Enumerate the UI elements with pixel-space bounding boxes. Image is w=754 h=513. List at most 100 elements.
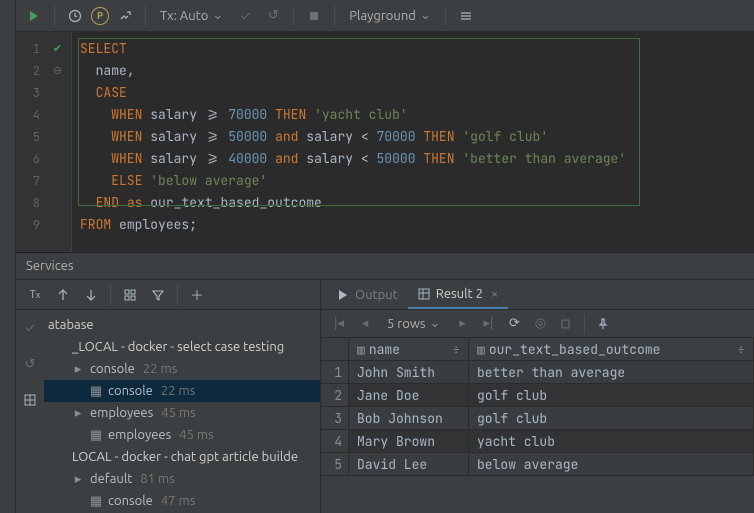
tree-item-label: LOCAL - docker - chat gpt article builde	[72, 450, 298, 464]
result-toolbar: |◂ ◂ 5 rows ⌄ ▸ ▸| ⟳ ◎	[321, 310, 754, 338]
tx-icon[interactable]: Tx	[22, 283, 48, 307]
tree-item-ms: 45 ms	[179, 428, 214, 442]
grid-cell[interactable]: Bob Johnson	[349, 407, 469, 430]
pending-badge-icon[interactable]: P	[91, 7, 109, 25]
tx-mode-dropdown[interactable]: Tx: Auto ⌄	[154, 8, 229, 23]
first-page-icon[interactable]: |◂	[327, 313, 351, 335]
history-icon[interactable]	[63, 4, 87, 28]
playground-dropdown[interactable]: Playground ⌄	[343, 8, 436, 23]
grid-column-header[interactable]: ▥name÷	[349, 338, 469, 361]
line-numbers: 1 2 3 4 5 6 7 8 9	[16, 32, 44, 252]
tree-item-ms: 45 ms	[161, 406, 196, 420]
rows-dropdown[interactable]: 5 rows ⌄	[379, 316, 448, 331]
check-icon[interactable]: ✓	[17, 316, 43, 340]
layout-icon[interactable]	[117, 283, 143, 307]
close-tab-icon[interactable]: ×	[491, 287, 498, 301]
grid-cell[interactable]: below average	[469, 453, 754, 476]
grid-corner	[321, 338, 349, 361]
options-icon[interactable]	[454, 4, 478, 28]
tab-result[interactable]: Result 2 ×	[408, 280, 508, 309]
editor-code[interactable]: SELECT name, CASE WHEN salary >= 70000 T…	[72, 32, 754, 252]
services-panel-header[interactable]: Services	[16, 252, 754, 280]
grid-row-index: 4	[321, 430, 349, 453]
layout-small-icon[interactable]	[17, 388, 43, 412]
grid-row-index: 5	[321, 453, 349, 476]
services-title: Services	[26, 259, 74, 273]
services-panel: Tx ＋ ✓ ↺	[16, 280, 754, 513]
grid-row[interactable]: 1John Smithbetter than average	[321, 361, 754, 384]
result-grid[interactable]: ▥name÷▥our_text_based_outcome÷1John Smit…	[321, 338, 754, 513]
tree-item-ms: 47 ms	[161, 494, 196, 508]
last-page-icon[interactable]: ▸|	[476, 313, 500, 335]
folder-icon: ▸	[70, 362, 86, 377]
grid-row[interactable]: 3Bob Johnsongolf club	[321, 407, 754, 430]
playground-label: Playground	[349, 9, 416, 23]
chevron-down-icon: ⌄	[212, 8, 223, 23]
tree-row[interactable]: ▦console47 ms	[44, 490, 320, 512]
tree-row[interactable]: _LOCAL - docker - select case testing	[44, 336, 320, 358]
grid-row-index: 3	[321, 407, 349, 430]
grid-cell[interactable]: Jane Doe	[349, 384, 469, 407]
tree-item-label: _LOCAL - docker - select case testing	[72, 340, 284, 354]
grid-cell[interactable]: Mary Brown	[349, 430, 469, 453]
search-icon[interactable]: ◎	[528, 313, 552, 335]
grid-header: ▥name÷▥our_text_based_outcome÷	[321, 338, 754, 361]
prev-page-icon[interactable]: ◂	[353, 313, 377, 335]
grid-cell[interactable]: better than average	[469, 361, 754, 384]
services-left-rail: ✓ ↺	[16, 310, 44, 513]
tree-row[interactable]: ▦console22 ms	[44, 380, 320, 402]
rollback-icon[interactable]: ↺	[261, 4, 285, 28]
tree-item-label: console	[108, 384, 153, 398]
tree-row[interactable]: ▸ default 81 ms	[44, 468, 320, 490]
tab-result-label: Result 2	[436, 287, 483, 301]
tree-row[interactable]: ▦ employees 45 ms	[44, 424, 320, 446]
result-tabs: Output Result 2 ×	[321, 280, 754, 310]
editor-toolbar: P Tx: Auto ⌄ ✓ ↺ Playground ⌄	[16, 0, 754, 32]
run-button[interactable]	[22, 4, 46, 28]
grid-cell[interactable]: golf club	[469, 407, 754, 430]
tree-item-ms: 81 ms	[140, 472, 175, 486]
settings-icon[interactable]	[113, 4, 137, 28]
commit-icon[interactable]: ✓	[233, 4, 257, 28]
tree-item-label: console	[90, 362, 135, 376]
tree-row[interactable]: LOCAL - docker - chat gpt article builde	[44, 446, 320, 468]
tree-row[interactable]: ▸console22 ms	[44, 358, 320, 380]
grid-column-header[interactable]: ▥our_text_based_outcome÷	[469, 338, 754, 361]
services-tree[interactable]: atabase _LOCAL - docker - select case te…	[44, 310, 320, 513]
reload-icon[interactable]: ⟳	[502, 313, 526, 335]
services-toolbar: Tx ＋	[16, 280, 320, 310]
folder-icon: ▸	[70, 406, 86, 421]
grid-cell[interactable]: David Lee	[349, 453, 469, 476]
stop-button[interactable]	[302, 4, 326, 28]
sql-editor[interactable]: 1 2 3 4 5 6 7 8 9 ✔ ⊖ SELECT name, CASE …	[16, 32, 754, 252]
grid-row-index: 2	[321, 384, 349, 407]
grid-row-index: 1	[321, 361, 349, 384]
table-icon: ▦	[88, 494, 104, 509]
tree-heading: atabase	[48, 318, 94, 332]
undo-icon[interactable]: ↺	[17, 352, 43, 376]
folder-icon: ▸	[70, 472, 86, 487]
grid-cell[interactable]: yacht club	[469, 430, 754, 453]
copy-icon[interactable]	[554, 313, 578, 335]
add-icon[interactable]: ＋	[184, 283, 210, 307]
grid-cell[interactable]: golf club	[469, 384, 754, 407]
table-icon: ▦	[88, 428, 104, 443]
tree-item-label: employees	[90, 406, 153, 420]
gutter-marks: ✔ ⊖	[44, 32, 71, 252]
grid-row[interactable]: 4Mary Brownyacht club	[321, 430, 754, 453]
tree-item-label: employees	[108, 428, 171, 442]
filter-icon[interactable]	[145, 283, 171, 307]
tab-output[interactable]: Output	[327, 280, 408, 309]
grid-cell[interactable]: John Smith	[349, 361, 469, 384]
tree-item-label: default	[90, 472, 132, 486]
expand-icon[interactable]	[50, 283, 76, 307]
tx-mode-label: Tx: Auto	[160, 9, 208, 23]
table-icon: ▦	[88, 384, 104, 399]
next-page-icon[interactable]: ▸	[450, 313, 474, 335]
rows-label: 5 rows	[387, 317, 426, 331]
pin-icon[interactable]	[591, 313, 615, 335]
grid-row[interactable]: 2Jane Doegolf club	[321, 384, 754, 407]
collapse-icon[interactable]	[78, 283, 104, 307]
tree-row[interactable]: ▸ employees 45 ms	[44, 402, 320, 424]
grid-row[interactable]: 5David Leebelow average	[321, 453, 754, 476]
